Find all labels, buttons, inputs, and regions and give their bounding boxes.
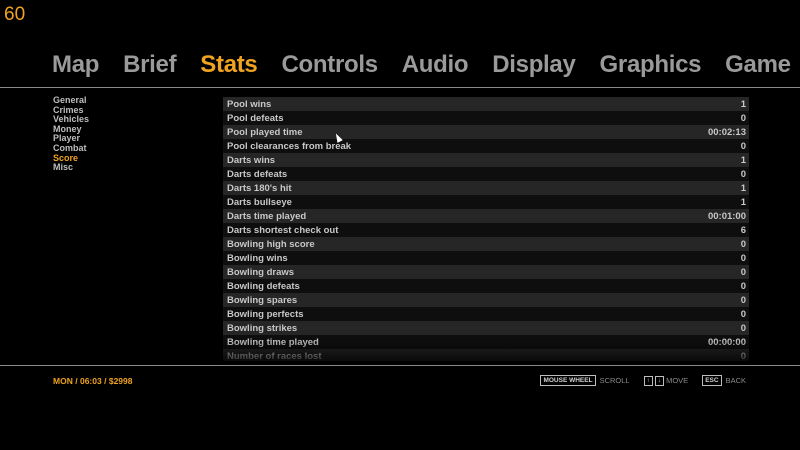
header-divider bbox=[0, 87, 800, 88]
stat-row: Pool clearances from break 0 bbox=[223, 139, 749, 153]
stat-value: 0 bbox=[740, 308, 746, 320]
main-tab-bar: Map Brief Stats Controls Audio Display Graphic… bbox=[52, 50, 800, 80]
footer-divider bbox=[0, 365, 800, 366]
tab-game[interactable]: Game bbox=[725, 50, 791, 80]
stat-label: Bowling defeats bbox=[227, 280, 300, 292]
stat-row: Pool defeats 0 bbox=[223, 111, 749, 125]
stat-value: 1 bbox=[740, 182, 746, 194]
arrow-up-key-icon: ↑ bbox=[643, 375, 653, 386]
stat-row: Number of races lost 0 bbox=[223, 349, 749, 361]
status-separator: / bbox=[104, 376, 107, 386]
stat-value: 6 bbox=[740, 224, 746, 236]
tab-map[interactable]: Map bbox=[52, 50, 99, 80]
status-separator: / bbox=[75, 376, 78, 386]
tab-brief[interactable]: Brief bbox=[123, 50, 176, 80]
stat-row: Darts shortest check out 6 bbox=[223, 223, 749, 237]
stat-row: Darts bullseye 1 bbox=[223, 195, 749, 209]
stat-row: Bowling time played 00:00:00 bbox=[223, 335, 749, 349]
stat-value: 1 bbox=[740, 196, 746, 208]
tab-audio[interactable]: Audio bbox=[402, 50, 469, 80]
stat-value: 00:00:00 bbox=[707, 336, 746, 348]
stat-value: 00:02:13 bbox=[707, 126, 746, 138]
stat-value: 0 bbox=[740, 294, 746, 306]
mouse-wheel-key: MOUSE WHEEL bbox=[540, 375, 596, 386]
stat-label: Darts defeats bbox=[227, 168, 288, 180]
stat-label: Darts 180's hit bbox=[227, 182, 292, 194]
move-hint: MOVE bbox=[666, 376, 689, 385]
stat-value: 0 bbox=[740, 168, 746, 180]
esc-key: ESC bbox=[702, 375, 722, 386]
stats-category-list: General Crimes Vehicles Money Player Combat Sc… bbox=[53, 95, 89, 173]
control-hints: MOUSE WHEEL SCROLL ↑ ↓ MOVE ESC BACK bbox=[540, 375, 746, 386]
tab-display[interactable]: Display bbox=[492, 50, 576, 80]
stat-row: Pool played time 00:02:13 bbox=[223, 125, 749, 139]
stat-row: Bowling spares 0 bbox=[223, 293, 749, 307]
arrow-down-key-icon: ↓ bbox=[654, 375, 665, 386]
tab-graphics[interactable]: Graphics bbox=[600, 50, 702, 80]
tab-stats[interactable]: Stats bbox=[200, 50, 258, 80]
stat-label: Bowling wins bbox=[227, 252, 288, 264]
sidebar-item-misc[interactable]: Misc bbox=[53, 163, 89, 173]
stat-label: Darts shortest check out bbox=[227, 224, 339, 236]
stat-label: Bowling spares bbox=[227, 294, 298, 306]
stat-row: Darts wins 1 bbox=[223, 153, 749, 167]
stat-value: 0 bbox=[740, 322, 746, 334]
stat-value: 1 bbox=[740, 154, 746, 166]
stat-row: Bowling wins 0 bbox=[223, 251, 749, 265]
stat-label: Pool clearances from break bbox=[227, 140, 352, 152]
stat-value: 0 bbox=[740, 140, 746, 152]
stat-value: 0 bbox=[740, 238, 746, 250]
stat-row: Darts defeats 0 bbox=[223, 167, 749, 181]
stat-label: Number of races lost bbox=[227, 350, 322, 362]
stat-label: Bowling perfects bbox=[227, 308, 304, 320]
stat-label: Bowling strikes bbox=[227, 322, 298, 334]
stat-label: Pool defeats bbox=[227, 112, 284, 124]
stat-value: 0 bbox=[740, 252, 746, 264]
stat-label: Darts time played bbox=[227, 210, 307, 222]
stat-row: Darts time played 00:01:00 bbox=[223, 209, 749, 223]
status-day: MON bbox=[53, 376, 73, 386]
scroll-hint: SCROLL bbox=[599, 376, 630, 385]
stat-value: 0 bbox=[740, 350, 746, 362]
stat-label: Bowling draws bbox=[227, 266, 295, 278]
stat-row: Bowling high score 0 bbox=[223, 237, 749, 251]
stat-value: 00:01:00 bbox=[707, 210, 746, 222]
status-money: $2998 bbox=[108, 376, 133, 386]
stat-row: Bowling perfects 0 bbox=[223, 307, 749, 321]
stat-label: Darts bullseye bbox=[227, 196, 292, 208]
stat-label: Darts wins bbox=[227, 154, 276, 166]
stat-row: Bowling strikes 0 bbox=[223, 321, 749, 335]
stat-value: 0 bbox=[740, 280, 746, 292]
stat-row: Darts 180's hit 1 bbox=[223, 181, 749, 195]
fps-counter: 60 bbox=[4, 4, 26, 25]
stat-value: 0 bbox=[740, 266, 746, 278]
stat-row: Pool wins 1 bbox=[223, 97, 749, 111]
stat-value: 0 bbox=[740, 112, 746, 124]
tab-controls[interactable]: Controls bbox=[282, 50, 379, 80]
stat-row: Bowling defeats 0 bbox=[223, 279, 749, 293]
stat-label: Bowling time played bbox=[227, 336, 319, 348]
back-hint[interactable]: BACK bbox=[726, 376, 746, 385]
status-bar: MON / 06:03 / $2998 bbox=[53, 376, 132, 386]
stats-table[interactable]: Pool wins 1 Pool defeats 0 Pool played time 0… bbox=[223, 97, 749, 361]
stat-value: 1 bbox=[740, 98, 746, 110]
stat-label: Pool played time bbox=[227, 126, 303, 138]
stat-label: Bowling high score bbox=[227, 238, 315, 250]
stat-row: Bowling draws 0 bbox=[223, 265, 749, 279]
stat-label: Pool wins bbox=[227, 98, 272, 110]
status-time: 06:03 bbox=[79, 376, 102, 386]
